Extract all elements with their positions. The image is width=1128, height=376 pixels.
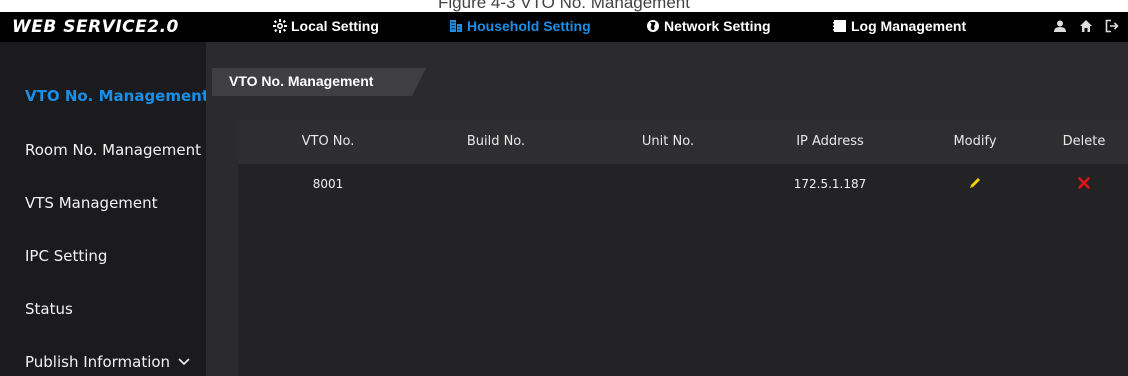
sidebar-item-label: VTO No. Management (25, 87, 210, 105)
sidebar-item-vto-no-management[interactable]: VTO No. Management (25, 87, 209, 105)
vto-table: VTO No. Build No. Unit No. IP Address Mo… (238, 120, 1128, 376)
nav-local-setting[interactable]: Local Setting (272, 15, 379, 37)
main-area: VTO No. Management Room No. Management V… (0, 42, 1128, 376)
delete-x-icon[interactable] (1075, 174, 1093, 192)
column-header-delete: Delete (1062, 134, 1106, 149)
pencil-icon[interactable] (966, 174, 984, 192)
column-header-vto-no: VTO No. (301, 134, 355, 149)
tab-strip: VTO No. Management (206, 68, 1128, 96)
sidebar-item-label: Status (25, 300, 73, 318)
column-header-modify: Modify (953, 134, 997, 149)
nav-local-setting-label: Local Setting (291, 18, 379, 34)
gear-icon (272, 18, 288, 34)
content-panel: VTO No. Management VTO No. Build No. Uni… (206, 42, 1128, 376)
sidebar-item-label: Publish Information (25, 353, 171, 371)
tab-label: VTO No. Management (229, 73, 374, 89)
nav-network-setting[interactable]: Network Setting (645, 15, 771, 37)
window-caption: Figure 4-3 VTO No. Management (0, 0, 1128, 12)
sidebar-item-label: IPC Setting (25, 247, 108, 265)
log-icon (832, 18, 848, 34)
top-right-icons (1052, 18, 1120, 34)
nav-log-management[interactable]: Log Management (832, 15, 966, 37)
sidebar-item-ipc-setting[interactable]: IPC Setting (25, 247, 107, 265)
tab-divider (212, 96, 1128, 100)
nav-log-management-label: Log Management (851, 18, 967, 34)
building-icon (448, 18, 464, 34)
sidebar-item-status[interactable]: Status (25, 300, 73, 318)
home-icon[interactable] (1078, 18, 1094, 34)
sidebar-item-room-no-management[interactable]: Room No. Management (25, 141, 201, 159)
top-navigation-bar: WEB SERVICE2.0 Local Setting Household S… (0, 12, 1128, 42)
app-logo: WEB SERVICE2.0 (12, 17, 179, 37)
user-icon[interactable] (1052, 18, 1068, 34)
cell-vto-no: 8001 (312, 177, 344, 191)
window-caption-text: Figure 4-3 VTO No. Management (438, 0, 690, 12)
sidebar-item-vts-management[interactable]: VTS Management (25, 194, 158, 212)
sidebar-item-label: VTS Management (25, 194, 158, 212)
table-header: VTO No. Build No. Unit No. IP Address Mo… (238, 120, 1128, 164)
nav-network-setting-label: Network Setting (664, 18, 771, 34)
sidebar-item-publish-information[interactable]: Publish Information (25, 353, 190, 371)
chevron-down-icon (178, 358, 190, 366)
column-header-ip-address: IP Address (796, 134, 864, 149)
column-header-unit-no: Unit No. (641, 134, 695, 149)
logout-icon[interactable] (1104, 18, 1120, 34)
cell-ip-address: 172.5.1.187 (793, 177, 867, 191)
column-header-build-no: Build No. (466, 134, 526, 149)
sidebar: VTO No. Management Room No. Management V… (0, 42, 209, 376)
globe-icon (645, 18, 661, 34)
sidebar-item-label: Room No. Management (25, 141, 201, 159)
nav-household-setting[interactable]: Household Setting (448, 15, 591, 37)
nav-household-setting-label: Household Setting (467, 18, 591, 34)
